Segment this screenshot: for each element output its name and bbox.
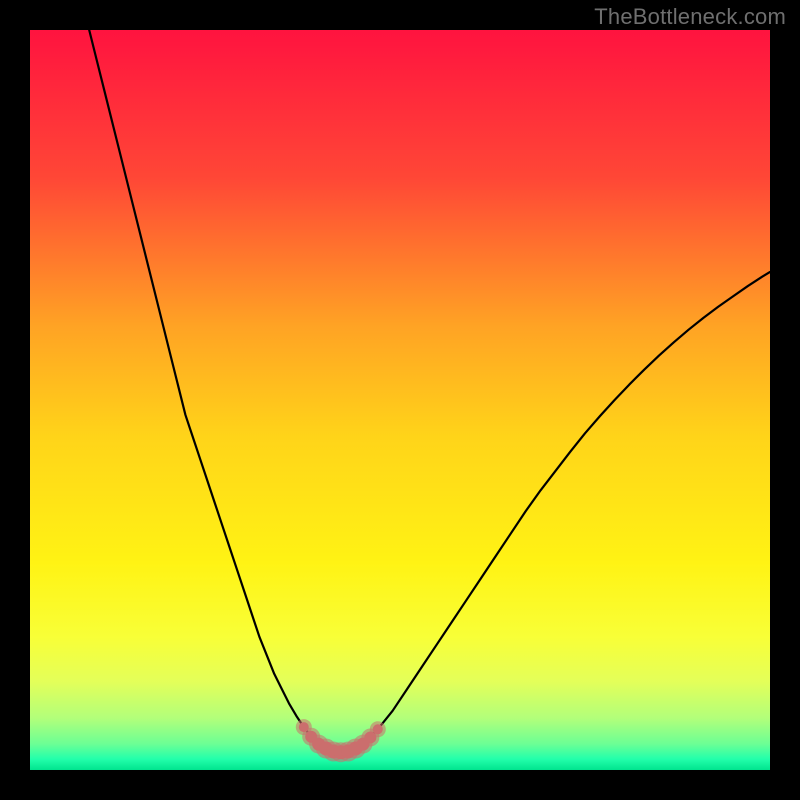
chart-svg <box>30 30 770 770</box>
marker-dot <box>364 731 376 743</box>
chart-frame: TheBottleneck.com <box>0 0 800 800</box>
heat-gradient-bg <box>30 30 770 770</box>
watermark-label: TheBottleneck.com <box>594 4 786 30</box>
marker-dot <box>299 722 309 732</box>
plot-area <box>30 30 770 770</box>
marker-dot <box>373 724 383 734</box>
